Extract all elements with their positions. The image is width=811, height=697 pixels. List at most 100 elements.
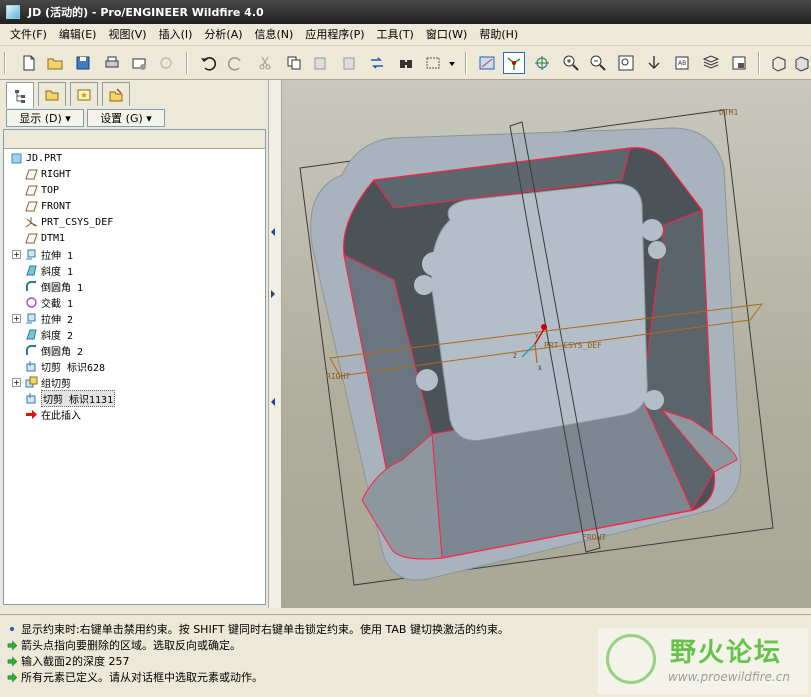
- spin-center-icon[interactable]: [531, 52, 553, 74]
- model-tree-icon: [15, 89, 25, 103]
- toolbar-separator: [758, 52, 760, 74]
- title-bar: JD (活动的) - Pro/ENGINEER Wildfire 4.0: [0, 0, 811, 24]
- tree-item[interactable]: TOP: [24, 182, 59, 198]
- model-render: DTM1 RIGHT FRONT PRT_CSYS_DEF Y Z X: [299, 108, 774, 586]
- repaint-icon[interactable]: [768, 52, 790, 74]
- tree-item[interactable]: 切剪 标识1131: [24, 389, 116, 407]
- insert-here-icon: [24, 407, 38, 421]
- tab-favorites[interactable]: [70, 82, 98, 106]
- disabled-icon[interactable]: [155, 52, 177, 74]
- display-dropdown[interactable]: 显示 (D) ▾: [6, 109, 84, 127]
- scallop: [648, 241, 666, 259]
- redo-icon[interactable]: [225, 52, 247, 74]
- tree-item[interactable]: PRT_CSYS_DEF: [24, 214, 113, 230]
- saved-views-icon[interactable]: AB: [671, 52, 693, 74]
- tree-item[interactable]: FRONT: [24, 198, 71, 214]
- find-icon[interactable]: [395, 52, 417, 74]
- paste-icon[interactable]: [310, 52, 332, 74]
- tree-item[interactable]: 交截 1: [24, 294, 73, 310]
- print-icon[interactable]: [101, 52, 123, 74]
- collapse-left-arrow[interactable]: [271, 398, 275, 406]
- tree-item-label: 切剪 标识1131: [41, 389, 116, 407]
- reorient-icon[interactable]: [643, 52, 665, 74]
- tree-item[interactable]: 倒圆角 1: [24, 278, 83, 294]
- prompt-arrow-icon: [6, 655, 18, 667]
- tab-folder-browser[interactable]: [38, 82, 66, 106]
- view-manager-icon[interactable]: [728, 52, 750, 74]
- message-text: 箭头点指向要删除的区域。选取反向或确定。: [21, 639, 241, 652]
- tree-item[interactable]: 斜度 2: [24, 326, 73, 342]
- part-icon: [9, 151, 23, 165]
- expand-toggle[interactable]: +: [12, 378, 21, 387]
- tree-item[interactable]: 拉伸 1: [24, 246, 73, 262]
- menu-analysis[interactable]: 分析(A): [198, 24, 248, 46]
- main-toolbar: AB: [0, 46, 811, 80]
- tree-item-label: RIGHT: [41, 168, 72, 180]
- menu-info[interactable]: 信息(N): [249, 24, 300, 46]
- menu-window[interactable]: 窗口(W): [420, 24, 473, 46]
- toolbar-separator: [4, 52, 6, 74]
- round-icon: [24, 279, 38, 293]
- select-box-icon[interactable]: [422, 52, 444, 74]
- prompt-arrow-icon: [6, 671, 18, 683]
- menu-help[interactable]: 帮助(H): [473, 24, 524, 46]
- tree-item-label: 组切剪: [41, 378, 71, 390]
- open-icon[interactable]: [44, 52, 66, 74]
- tree-item[interactable]: 在此插入: [24, 406, 81, 422]
- layers-icon[interactable]: [700, 52, 722, 74]
- message-text: 所有元素已定义。请从对话框中选取元素或动作。: [21, 671, 263, 684]
- csys-x-label: X: [538, 365, 542, 372]
- message-text: 显示约束时:右键单击禁用约束。按 SHIFT 键同时右键单击锁定约束。使用 TA…: [21, 623, 509, 636]
- expand-toggle[interactable]: +: [12, 250, 21, 259]
- copy-icon[interactable]: [283, 52, 305, 74]
- select-dropdown-icon[interactable]: [446, 52, 458, 74]
- regenerate-icon[interactable]: [366, 52, 388, 74]
- folder-icon: [45, 90, 59, 100]
- tree-item[interactable]: 组切剪: [24, 374, 71, 390]
- save-icon[interactable]: [72, 52, 94, 74]
- tree-item[interactable]: 切剪 标识628: [24, 358, 105, 374]
- new-icon[interactable]: [18, 52, 40, 74]
- cut-icon[interactable]: [254, 52, 276, 74]
- expand-right-arrow[interactable]: [271, 290, 275, 298]
- right-label: RIGHT: [326, 372, 350, 381]
- zoom-out-icon[interactable]: [587, 52, 609, 74]
- panel-splitter[interactable]: [268, 80, 282, 608]
- menu-tools[interactable]: 工具(T): [371, 24, 420, 46]
- tree-item-label: 拉伸 2: [41, 314, 74, 326]
- csys-origin: [541, 324, 547, 330]
- menu-edit[interactable]: 编辑(E): [53, 24, 103, 46]
- tree-item[interactable]: 斜度 1: [24, 262, 73, 278]
- toolbar-separator: [186, 52, 188, 74]
- refit-icon[interactable]: [615, 52, 637, 74]
- tree-item[interactable]: RIGHT: [24, 166, 71, 182]
- undo-icon[interactable]: [197, 52, 219, 74]
- zoom-in-icon[interactable]: [560, 52, 582, 74]
- window-title: JD (活动的) - Pro/ENGINEER Wildfire 4.0: [28, 6, 264, 19]
- tree-item[interactable]: 倒圆角 2: [24, 342, 83, 358]
- shading-icon[interactable]: [793, 52, 811, 74]
- menu-applications[interactable]: 应用程序(P): [299, 24, 370, 46]
- menu-insert[interactable]: 插入(I): [153, 24, 199, 46]
- menu-view[interactable]: 视图(V): [102, 24, 152, 46]
- graphics-window[interactable]: DTM1 RIGHT FRONT PRT_CSYS_DEF Y Z X: [282, 80, 811, 608]
- menu-bar: 文件(F) 编辑(E) 视图(V) 插入(I) 分析(A) 信息(N) 应用程序…: [0, 24, 811, 46]
- expand-toggle[interactable]: +: [12, 314, 21, 323]
- tab-model-tree[interactable]: [6, 82, 34, 108]
- menu-file[interactable]: 文件(F): [4, 24, 53, 46]
- draft-icon: [24, 327, 38, 341]
- collapse-left-arrow[interactable]: [271, 228, 275, 236]
- tab-connections[interactable]: [102, 82, 130, 106]
- send-icon[interactable]: [128, 52, 150, 74]
- datum-plane-icon: [24, 199, 38, 213]
- tree-item-label: DTM1: [41, 232, 66, 244]
- settings-dropdown[interactable]: 设置 (G) ▾: [87, 109, 165, 127]
- tree-item[interactable]: DTM1: [24, 230, 65, 246]
- datum-plane-display-icon[interactable]: [476, 52, 498, 74]
- scallop: [641, 219, 663, 241]
- datum-csys-display-icon[interactable]: [503, 52, 525, 74]
- svg-text:AB: AB: [678, 60, 686, 67]
- paste-special-icon[interactable]: [338, 52, 360, 74]
- tree-item[interactable]: JD.PRT: [9, 150, 62, 166]
- tree-item[interactable]: 拉伸 2: [24, 310, 73, 326]
